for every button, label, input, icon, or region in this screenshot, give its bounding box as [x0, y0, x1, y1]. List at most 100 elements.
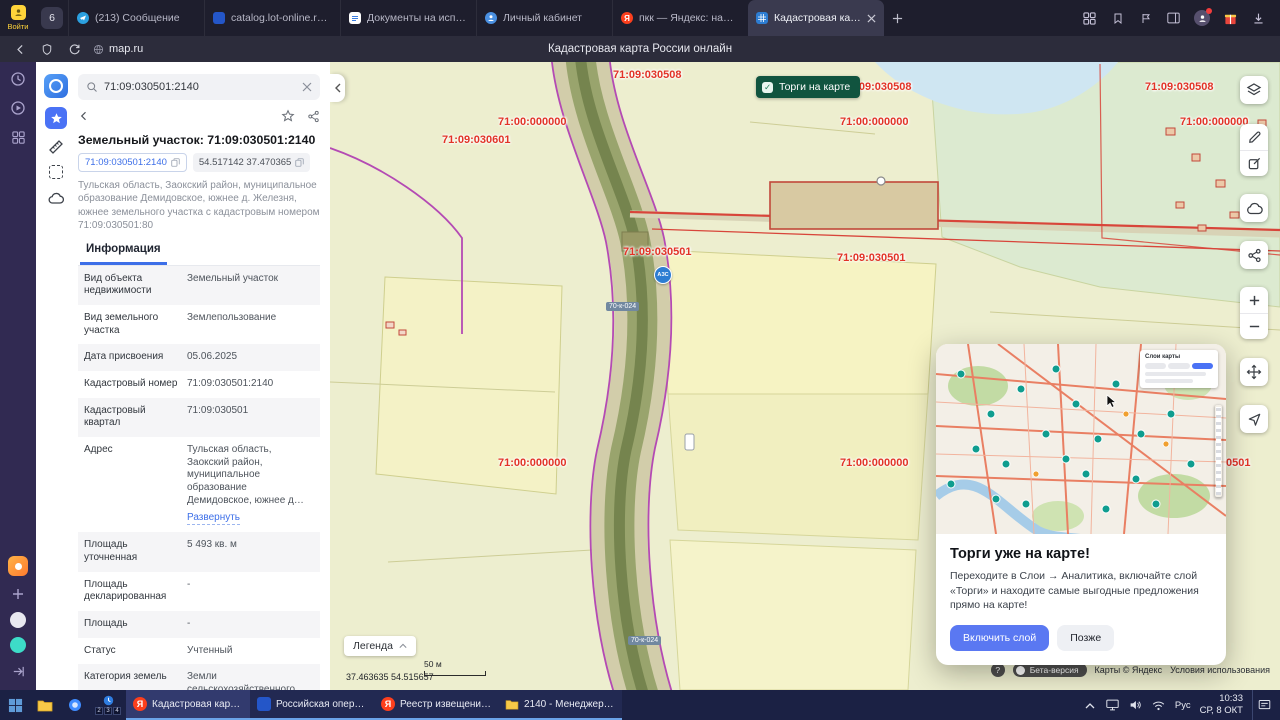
taskbar-app-rossiyskaya[interactable]: Российская опер… — [250, 690, 374, 720]
edit-object-button[interactable] — [1240, 150, 1268, 176]
gas-station-marker[interactable]: АЗС — [654, 266, 672, 284]
layers-button[interactable] — [1240, 76, 1268, 104]
nspd-logo[interactable] — [44, 74, 68, 98]
document-icon — [349, 12, 361, 24]
new-tab-button[interactable] — [884, 0, 910, 36]
panel-main: Земельный участок: 71:09:030501:2140 71:… — [76, 62, 330, 690]
my-location-button[interactable] — [1240, 405, 1268, 433]
beta-toggle-knob — [1015, 665, 1025, 675]
browser-sidebar — [0, 62, 36, 690]
search-input[interactable] — [104, 81, 296, 93]
layers-cloud-tool-icon[interactable] — [47, 188, 65, 206]
later-button[interactable]: Позже — [1057, 625, 1115, 652]
table-row: Площадь уточненная 5 493 кв. м — [78, 532, 320, 572]
pinned-browser-icon[interactable] — [60, 690, 90, 720]
tab-messages[interactable]: (213) Сообщение — [68, 0, 204, 36]
enable-layer-button[interactable]: Включить слой — [950, 625, 1050, 652]
back-to-results-icon[interactable] — [78, 110, 90, 122]
table-row: Статус Учтенный — [84, 644, 233, 656]
beta-toggle[interactable]: Бета-версия — [1012, 663, 1087, 677]
coordinates-chip[interactable]: 54.517142 37.470365 — [192, 153, 311, 172]
tab-documents[interactable]: Документы на исполнен… — [340, 0, 476, 36]
tab-information[interactable]: Информация — [80, 237, 167, 265]
browser-toolbar: map.ru Кадастровая карта России онлайн — [0, 36, 1280, 62]
zoom-in-button[interactable] — [1240, 287, 1268, 313]
tab-account[interactable]: Личный кабинет — [476, 0, 612, 36]
hidden-icons-chevron[interactable] — [1083, 698, 1097, 712]
display-icon[interactable] — [1106, 698, 1120, 712]
protect-shield-icon[interactable] — [39, 41, 55, 57]
pan-mode-button[interactable] — [1240, 358, 1268, 386]
bookmark-icon[interactable] — [1110, 11, 1125, 26]
share-object-icon[interactable] — [307, 110, 320, 123]
refresh-icon[interactable] — [66, 41, 82, 57]
history-icon[interactable] — [9, 70, 27, 88]
upload-cloud-button[interactable] — [1240, 194, 1268, 222]
start-button[interactable] — [0, 690, 30, 720]
system-tray: Рус 10:33 СР, 8 ОКТ — [1083, 690, 1280, 720]
cadastral-number-chip[interactable]: 71:09:030501:2140 — [78, 153, 187, 172]
app-icon — [257, 697, 271, 711]
action-center-icon[interactable] — [1252, 690, 1276, 720]
tab-cadastral-map-active[interactable]: Кадастровая карта Рос… — [748, 0, 884, 36]
back-icon[interactable] — [12, 41, 28, 57]
taskbar-app-reestr[interactable]: Я Реестр извещени… — [374, 690, 498, 720]
tab-yandex-search[interactable]: Я пкк — Яндекс: нашлось… — [612, 0, 748, 36]
cursor-icon — [1106, 394, 1117, 409]
tab-lot-online[interactable]: catalog.lot-online.ru/inde… — [204, 0, 340, 36]
popup-title: Торги уже на карте! — [950, 546, 1090, 562]
address-chip[interactable]: map.ru — [93, 43, 143, 55]
help-button[interactable]: ? — [990, 663, 1005, 677]
yandex-browser-icon: Я — [133, 697, 147, 711]
windows-taskbar: 2 3 4 Я Кадастровая кар… Российская опер… — [0, 690, 1280, 720]
table-row: Дата присвоения 05.06.2025 — [78, 344, 320, 371]
taskbar-clock[interactable]: 10:33 СР, 8 ОКТ — [1200, 693, 1243, 717]
add-icon[interactable] — [9, 585, 27, 603]
network-icon[interactable] — [1152, 698, 1166, 712]
torgi-checkbox-icon[interactable]: ✓ — [762, 81, 773, 93]
volume-icon[interactable] — [1129, 698, 1143, 712]
language-indicator[interactable]: Рус — [1175, 700, 1191, 711]
legend-button[interactable]: Легенда — [344, 636, 416, 656]
torgi-layer-toggle[interactable]: ✓ Торги на карте — [756, 76, 861, 98]
collapse-panel-button[interactable] — [330, 74, 345, 102]
share-map-button[interactable] — [1240, 241, 1268, 269]
zoom-out-button[interactable] — [1240, 313, 1268, 339]
clear-search-icon[interactable] — [302, 82, 312, 92]
taskbar-app-folder-2140[interactable]: 2140 - Менеджер… — [498, 690, 622, 720]
search-box[interactable] — [78, 74, 320, 100]
downloads-icon[interactable] — [1251, 11, 1266, 26]
app-shortcut-icon[interactable] — [10, 612, 26, 628]
search-results-tool[interactable] — [45, 107, 67, 129]
measure-tool-icon[interactable] — [47, 138, 65, 156]
browser-profile-button[interactable]: Войти — [0, 0, 36, 36]
terms-link[interactable]: Условия использования — [1170, 665, 1270, 675]
close-tab-icon[interactable] — [867, 13, 876, 23]
alice-assistant-icon[interactable] — [8, 556, 28, 576]
flag-icon[interactable] — [1138, 11, 1153, 26]
tab-groups-icon[interactable] — [1082, 11, 1097, 26]
media-play-icon[interactable] — [9, 99, 27, 117]
expand-address-link[interactable]: Развернуть — [187, 512, 241, 526]
select-area-tool-icon[interactable] — [49, 165, 63, 179]
expand-sidebar-icon[interactable] — [9, 662, 27, 680]
numbered-windows-icon[interactable]: 2 3 4 — [90, 690, 126, 720]
favorite-star-icon[interactable] — [281, 109, 295, 123]
cadastral-label: 71:00:000000 — [840, 116, 909, 128]
chevron-up-icon — [399, 643, 407, 648]
side-panel-icon[interactable] — [1166, 11, 1181, 26]
page-title: Кадастровая карта России онлайн — [547, 43, 733, 55]
app-shortcut-icon-2[interactable] — [10, 637, 26, 653]
browser-actions — [1068, 0, 1280, 36]
tab-counter-button[interactable]: 6 — [41, 7, 63, 29]
taskbar-app-cadastral-map[interactable]: Я Кадастровая кар… — [126, 690, 250, 720]
draw-pencil-button[interactable] — [1240, 124, 1268, 150]
file-explorer-icon[interactable] — [30, 690, 60, 720]
object-title: Земельный участок: 71:09:030501:2140 — [78, 133, 316, 147]
map-area[interactable]: 71:09:030508 71:09:030508 71:09:030508 7… — [330, 62, 1280, 690]
torgi-promo-popup: Слои карты Торги уже на карте! Переходит… — [936, 344, 1226, 666]
gift-icon[interactable] — [1223, 11, 1238, 26]
user-avatar[interactable] — [1194, 8, 1212, 26]
apps-grid-icon[interactable] — [9, 128, 27, 146]
globe-icon — [93, 44, 104, 54]
